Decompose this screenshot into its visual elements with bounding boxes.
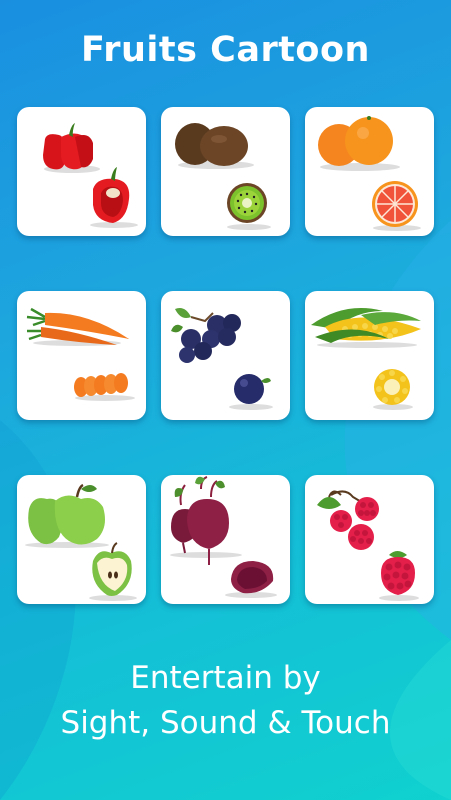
card-apple[interactable]	[17, 475, 146, 604]
card-kiwi[interactable]	[161, 107, 290, 236]
orange-icon	[318, 116, 421, 231]
corn-icon	[311, 308, 421, 410]
card-blueberry[interactable]	[161, 291, 290, 420]
card-pepper[interactable]	[17, 107, 146, 236]
tagline-line-2: Sight, Sound & Touch	[60, 705, 391, 741]
raspberry-icon	[317, 490, 419, 601]
card-orange[interactable]	[305, 107, 434, 236]
card-beet[interactable]	[161, 475, 290, 604]
card-carrot[interactable]	[17, 291, 146, 420]
beet-icon	[170, 476, 277, 598]
apple-icon	[25, 483, 137, 601]
tagline-line-1: Entertain by	[130, 660, 321, 696]
blueberry-icon	[171, 308, 273, 410]
card-raspberry[interactable]	[305, 475, 434, 604]
carrot-icon	[26, 307, 135, 401]
kiwi-icon	[175, 123, 271, 230]
pepper-icon	[43, 123, 138, 228]
app-title: Fruits Cartoon	[81, 30, 370, 70]
card-corn[interactable]	[305, 291, 434, 420]
